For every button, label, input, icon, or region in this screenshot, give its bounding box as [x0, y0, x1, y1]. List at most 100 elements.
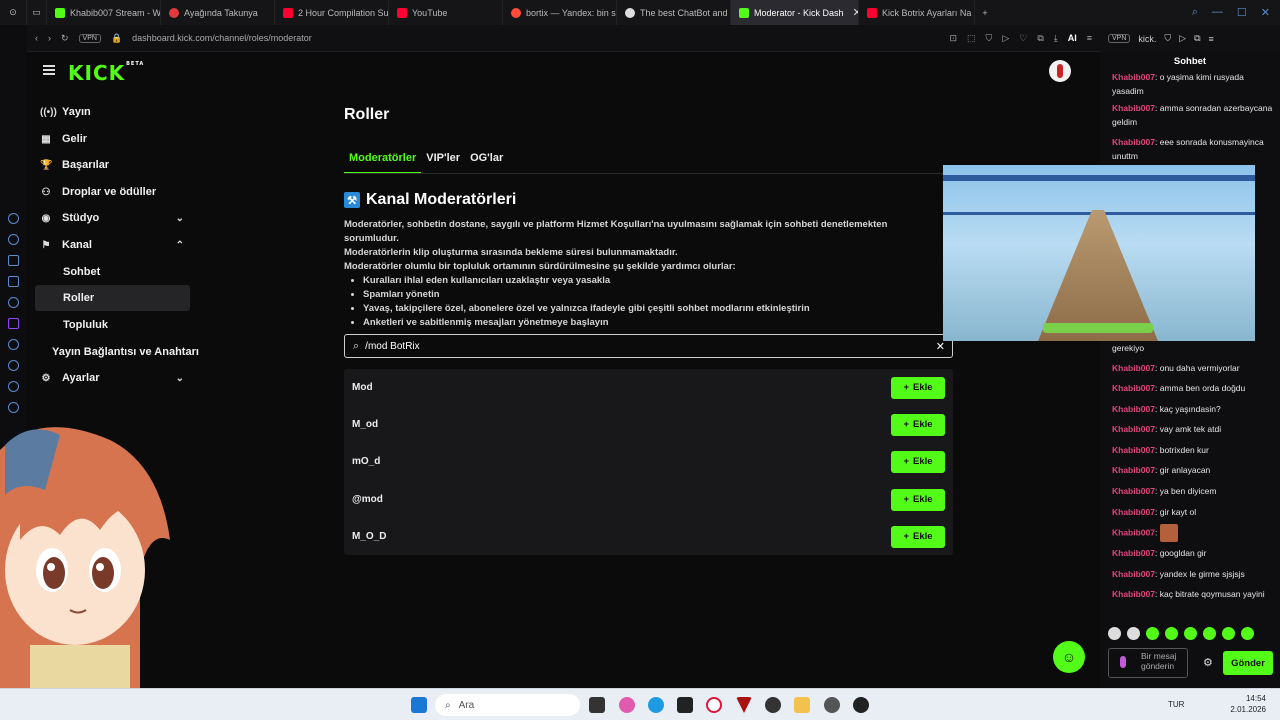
hamburger-menu-icon[interactable]: [43, 65, 55, 75]
chat-settings-icon[interactable]: ⚙: [1203, 656, 1213, 669]
obs-icon[interactable]: [765, 697, 781, 713]
messenger-icon[interactable]: [8, 255, 19, 266]
extension-icon[interactable]: ⧉: [1037, 33, 1043, 44]
vpn-badge[interactable]: VPN: [78, 33, 101, 43]
floating-video-player[interactable]: [943, 165, 1255, 341]
nav-item-gelir[interactable]: ▦ Gelir: [35, 126, 190, 152]
browser-tab[interactable]: Kick Botrix Ayarları Na: [859, 0, 975, 25]
forward-icon[interactable]: ›: [48, 33, 51, 43]
nav-item-sohbet[interactable]: Sohbet: [35, 259, 190, 285]
chevron-down-icon[interactable]: ⌄: [176, 213, 184, 224]
ai-button[interactable]: AI: [1068, 33, 1077, 43]
task-view-icon[interactable]: [589, 697, 605, 713]
clock-icon[interactable]: [8, 360, 19, 371]
browser-tab[interactable]: YouTube: [389, 0, 503, 25]
add-moderator-button[interactable]: + Ekle: [891, 525, 945, 548]
floating-chat-button[interactable]: ☺: [1053, 641, 1085, 673]
close-window-icon[interactable]: ✕: [1261, 6, 1270, 19]
browser-tab[interactable]: Khabib007 Stream - W: [47, 0, 161, 25]
nav-item-kanal[interactable]: ⚑ Kanal ⌃: [35, 232, 190, 258]
vpn-badge[interactable]: VPN: [1108, 34, 1131, 43]
side-url-field[interactable]: kick.: [1138, 34, 1156, 44]
language-indicator[interactable]: TUR: [1168, 700, 1184, 709]
tab-vips[interactable]: VIP'ler: [421, 146, 465, 174]
chat-input[interactable]: Bir mesaj gönderin: [1108, 648, 1188, 678]
nav-item-droplar[interactable]: ⚇ Droplar ve ödüller: [35, 179, 190, 205]
reload-icon[interactable]: ↻: [61, 33, 69, 44]
kick-logo[interactable]: KICKBETA: [68, 61, 144, 85]
extension-icon[interactable]: ⧉: [1194, 33, 1200, 44]
add-moderator-button[interactable]: + Ekle: [891, 488, 945, 511]
add-moderator-button[interactable]: + Ekle: [891, 376, 945, 399]
nav-item-topluluk[interactable]: Topluluk: [35, 312, 190, 338]
chatgpt-icon[interactable]: [824, 697, 840, 713]
nav-item-roller[interactable]: Roller: [35, 285, 190, 311]
nav-item-studyo[interactable]: ◉ Stüdyo ⌄: [35, 205, 190, 231]
browser-tab[interactable]: Ayağında Takunya: [161, 0, 275, 25]
copilot-icon[interactable]: [619, 697, 635, 713]
play-icon[interactable]: ▷: [1002, 33, 1009, 44]
search-tabs-icon[interactable]: ⌕: [1192, 6, 1198, 19]
emote-icon[interactable]: [1241, 627, 1254, 640]
store-icon[interactable]: [677, 697, 693, 713]
play-icon[interactable]: ▷: [1179, 33, 1186, 44]
ai-icon[interactable]: [8, 234, 19, 245]
browser-tab-active[interactable]: Moderator - Kick Dash✕: [731, 0, 859, 25]
url-field[interactable]: dashboard.kick.com/channel/roles/moderat…: [132, 33, 939, 43]
history-icon[interactable]: [8, 213, 19, 224]
chevron-down-icon[interactable]: ⌄: [176, 373, 184, 384]
nav-item-basarilar[interactable]: 🏆 Başarılar: [35, 152, 190, 178]
add-moderator-button[interactable]: + Ekle: [891, 413, 945, 436]
search-input[interactable]: [365, 340, 906, 352]
send-button[interactable]: Gönder: [1223, 651, 1273, 675]
snapshot-icon[interactable]: ⬚: [967, 33, 976, 44]
valorant-icon[interactable]: [736, 697, 752, 713]
twitch-icon[interactable]: [8, 318, 19, 329]
emote-icon[interactable]: [1146, 627, 1159, 640]
heart-icon[interactable]: ♡: [1019, 33, 1027, 44]
avatar[interactable]: [1049, 60, 1071, 82]
emote-icon[interactable]: [1203, 627, 1216, 640]
edge-icon[interactable]: [648, 697, 664, 713]
opera-gx-icon[interactable]: [706, 697, 722, 713]
browser-tab[interactable]: The best ChatBot and: [617, 0, 731, 25]
menu-icon[interactable]: ≡: [1087, 33, 1100, 43]
plus-icon: +: [903, 382, 909, 393]
app-icon[interactable]: [853, 697, 869, 713]
bookmark-icon[interactable]: ⊡: [949, 33, 957, 44]
emote-icon[interactable]: [1165, 627, 1178, 640]
tab-overview-icon[interactable]: ▭: [27, 0, 47, 25]
shield-icon[interactable]: ⛉: [986, 33, 993, 44]
settings-icon[interactable]: [8, 402, 19, 413]
new-tab-icon[interactable]: +: [975, 0, 995, 25]
chatgpt-icon[interactable]: [8, 297, 19, 308]
browser-tab[interactable]: bortix — Yandex: bin s: [503, 0, 617, 25]
opera-menu-icon[interactable]: ⊙: [0, 0, 27, 25]
system-clock[interactable]: 14:54 2.01.2026: [1230, 693, 1266, 715]
browser-tab[interactable]: 2 Hour Compilation Su: [275, 0, 389, 25]
opera-icon[interactable]: [8, 339, 19, 350]
maximize-icon[interactable]: ☐: [1237, 6, 1247, 19]
menu-icon[interactable]: ≡: [1209, 34, 1214, 44]
clear-search-icon[interactable]: ✕: [936, 340, 945, 353]
windows-start-icon[interactable]: [411, 697, 427, 713]
minimize-icon[interactable]: —: [1212, 6, 1223, 19]
taskbar-search[interactable]: ⌕ Ara: [435, 694, 580, 716]
emote-icon[interactable]: [1108, 627, 1121, 640]
chevron-up-icon[interactable]: ⌃: [176, 240, 184, 251]
nav-item-yayin[interactable]: ((•)) Yayın: [35, 99, 190, 125]
nav-item-stream-key[interactable]: Yayın Bağlantısı ve Anahtarı: [35, 339, 205, 365]
tab-moderators[interactable]: Moderatörler: [344, 146, 422, 174]
emote-icon[interactable]: [1184, 627, 1197, 640]
tab-ogs[interactable]: OG'lar: [465, 146, 508, 174]
emote-icon[interactable]: [1222, 627, 1235, 640]
add-moderator-button[interactable]: + Ekle: [891, 450, 945, 473]
file-explorer-icon[interactable]: [794, 697, 810, 713]
emote-icon[interactable]: [1127, 627, 1140, 640]
back-icon[interactable]: ‹: [35, 33, 38, 43]
nav-item-ayarlar[interactable]: ⚙ Ayarlar ⌄: [35, 365, 190, 391]
send-icon[interactable]: [8, 381, 19, 392]
mail-icon[interactable]: [8, 276, 19, 287]
shield-icon[interactable]: ⛉: [1164, 33, 1171, 44]
download-icon[interactable]: ⤓: [1054, 33, 1058, 44]
